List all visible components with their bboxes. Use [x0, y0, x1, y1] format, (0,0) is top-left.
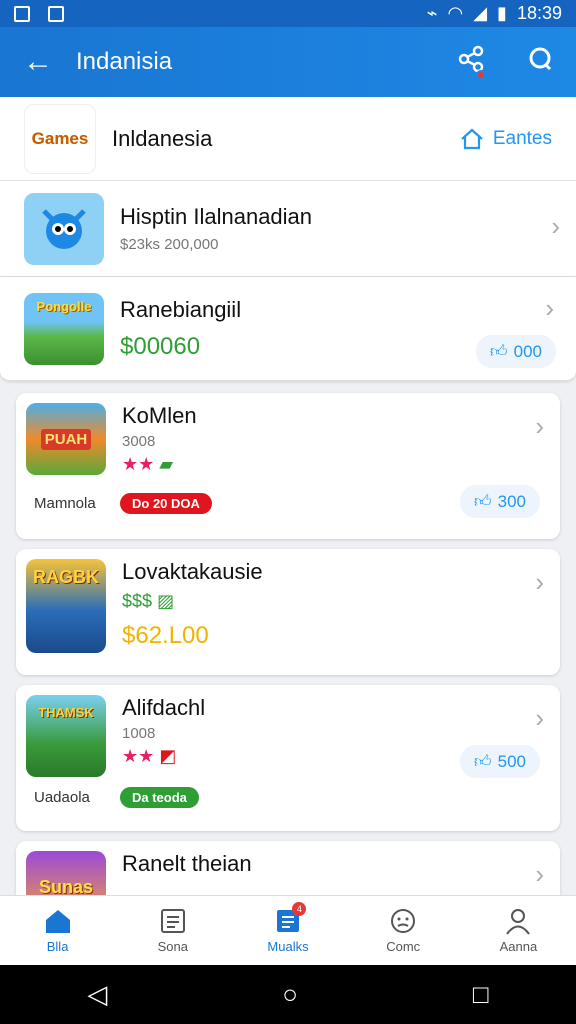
signal-icon: ◢ — [473, 3, 488, 23]
home-circle-icon[interactable]: ○ — [282, 979, 298, 1010]
notification-badge: 4 — [292, 902, 307, 916]
list-icon — [160, 909, 185, 933]
item-developer: Uadaola — [34, 789, 90, 806]
category-logo: Games — [24, 103, 96, 174]
thumbs-up-icon: 👍︎ — [473, 492, 492, 511]
face-icon — [391, 909, 416, 933]
chevron-right-icon: › — [545, 293, 554, 323]
share-icon[interactable] — [436, 45, 506, 80]
chevron-right-icon: › — [535, 411, 544, 441]
home-icon — [461, 128, 483, 149]
chevron-right-icon: › — [535, 703, 544, 733]
item-name: Ranebiangiil — [120, 296, 242, 322]
category-name: Inldanesia — [112, 125, 213, 151]
gallery-icon — [14, 5, 30, 22]
status-badge: Do 20 DOA — [120, 493, 212, 514]
like-button[interactable]: 👍︎ 300 — [459, 485, 540, 518]
wifi-icon: ◠ — [447, 3, 464, 23]
nav-news[interactable]: 4 Mualks — [230, 896, 345, 965]
nav-list[interactable]: Sona — [115, 896, 230, 965]
item-name: KoMlen — [122, 403, 197, 428]
list-item[interactable]: Sunas Ranelt theian › — [16, 841, 560, 895]
nav-community[interactable]: Comc — [346, 896, 461, 965]
like-button[interactable]: 👍︎ 000 — [475, 335, 556, 368]
system-navigation: ◁ ○ □ — [0, 965, 576, 1024]
vibrate-icon: ⌁ — [426, 3, 438, 23]
like-button[interactable]: 👍︎ 500 — [459, 745, 540, 778]
item-price: $62.L00 — [122, 622, 209, 649]
recents-icon[interactable]: □ — [473, 979, 489, 1010]
chevron-right-icon: › — [535, 567, 544, 597]
arrow-left-icon[interactable]: ← — [0, 45, 76, 79]
game-thumbnail: RAGBK — [26, 559, 106, 653]
chevron-right-icon: › — [551, 211, 560, 241]
game-thumbnail: Sunas — [26, 851, 106, 895]
thumbs-up-icon: 👍︎ — [473, 752, 492, 771]
item-name: Alifdachl — [122, 695, 206, 720]
list-item[interactable]: PUAH KoMlen 3008 ★★ ▰ Mamnola Do 20 DOA … — [16, 393, 560, 539]
category-link[interactable]: Eantes — [459, 127, 552, 151]
list-item[interactable]: Hisptin Ilalnanadian $23ks 200,000 › — [0, 181, 576, 277]
status-badge: Da teoda — [120, 787, 199, 808]
clock: 18:39 — [516, 3, 562, 23]
bottom-navigation: Blla Sona 4 Mualks Comc Aanna — [0, 895, 576, 965]
game-thumbnail — [24, 192, 104, 265]
item-sub: 1008 — [122, 725, 156, 742]
chart-icon: ▨ — [157, 591, 175, 611]
list-item[interactable]: RAGBK Lovaktakausie $$$ ▨ $62.L00 › — [16, 549, 560, 675]
game-list[interactable]: Games Inldanesia Eantes Hisptin Ilalnana… — [0, 97, 576, 895]
thumbs-up-icon: 👍︎ — [489, 342, 508, 361]
notification-icon — [48, 5, 64, 22]
app-bar: ← Indanisia — [0, 27, 576, 97]
item-developer: Mamnola — [34, 495, 96, 512]
search-icon[interactable] — [506, 45, 576, 80]
game-thumbnail: THAMSK — [26, 695, 106, 777]
item-name: Hisptin Ilalnanadian — [120, 204, 313, 229]
status-bar: ⌁ ◠ ◢ ▮ 18:39 — [0, 0, 576, 27]
game-thumbnail: PUAH — [26, 403, 106, 475]
home-icon — [45, 910, 70, 933]
page-title: Indanisia — [76, 48, 173, 75]
game-thumbnail: Pongolle — [24, 292, 104, 365]
battery-icon: ▮ — [497, 3, 507, 23]
list-item[interactable]: THAMSK Alifdachl 1008 ★★ ◩ Uadaola Da te… — [16, 685, 560, 831]
item-sub: $$$ ▨ — [122, 591, 175, 611]
item-name: Ranelt theian — [122, 851, 252, 876]
share-badge — [476, 69, 486, 80]
item-sub: $23ks 200,000 — [120, 236, 219, 253]
chevron-right-icon: › — [535, 859, 544, 889]
nav-profile[interactable]: Aanna — [461, 896, 576, 965]
category-header: Games Inldanesia Eantes — [0, 97, 576, 181]
item-name: Lovaktakausie — [122, 559, 263, 584]
nav-home[interactable]: Blla — [0, 896, 115, 965]
rating-stars: ★★ ▰ — [122, 454, 174, 474]
person-icon — [506, 909, 531, 935]
list-item[interactable]: Pongolle Ranebiangiil $00060 › 👍︎ 000 — [0, 277, 576, 381]
trend-icon: ▰ — [159, 454, 174, 474]
back-icon[interactable]: ◁ — [87, 979, 107, 1010]
flag-icon: ◩ — [159, 746, 177, 766]
item-sub: 3008 — [122, 433, 156, 450]
